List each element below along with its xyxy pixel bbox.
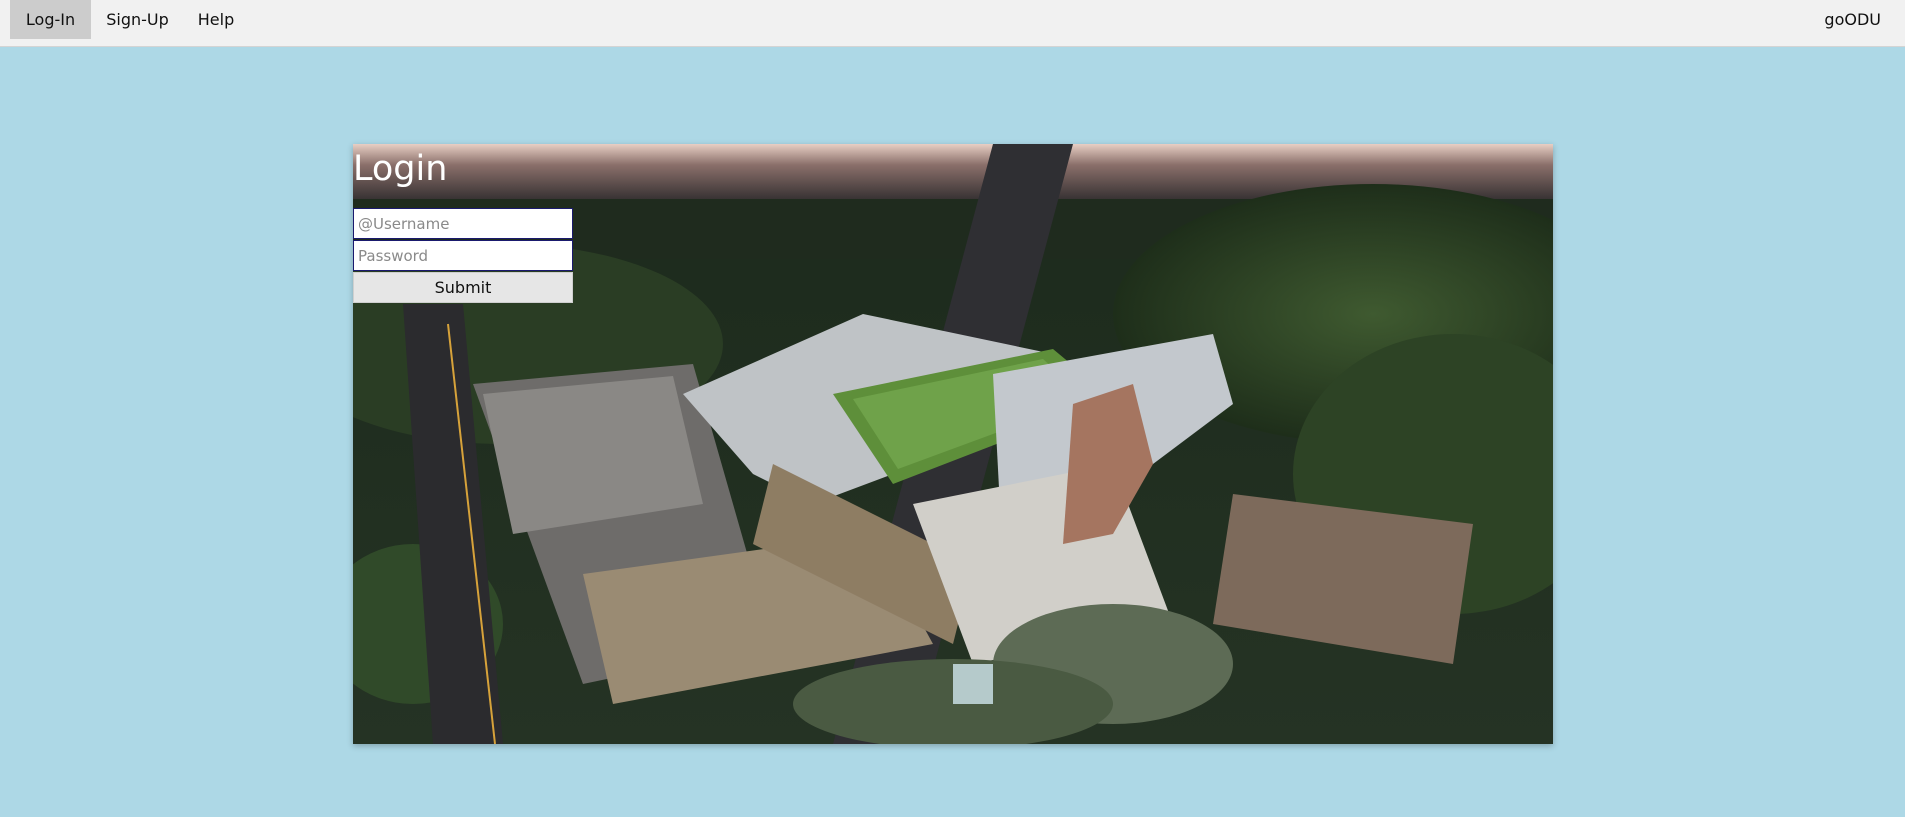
login-title: Login <box>353 149 448 189</box>
login-hero-panel: Login Submit <box>353 144 1553 744</box>
top-navigation-bar: Log-In Sign-Up Help goODU <box>0 0 1905 47</box>
nav-signup-link[interactable]: Sign-Up <box>99 0 176 39</box>
nav-login-link[interactable]: Log-In <box>10 0 91 39</box>
username-input[interactable] <box>353 208 573 239</box>
brand-link[interactable]: goODU <box>1824 0 1881 39</box>
password-input[interactable] <box>353 240 573 271</box>
nav-help-link[interactable]: Help <box>191 0 241 39</box>
submit-button[interactable]: Submit <box>353 272 573 303</box>
